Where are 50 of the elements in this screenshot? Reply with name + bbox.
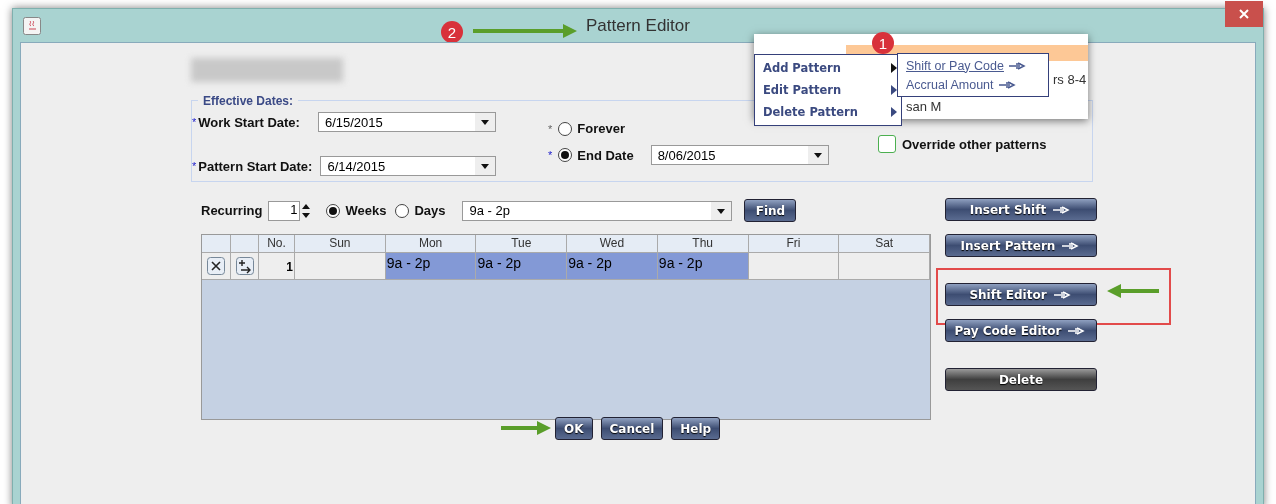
date-combo[interactable]: 6/14/2015 [320, 156, 497, 176]
menu-item[interactable]: Add Pattern [755, 57, 901, 79]
field-label: Work Start Date: [198, 114, 300, 130]
table-cell[interactable]: 9a - 2p [476, 253, 568, 280]
submenu-item[interactable]: Accrual Amount [898, 75, 1048, 94]
field-label: Recurring [201, 203, 263, 218]
menu-item[interactable]: Delete Pattern [755, 101, 901, 123]
checkbox-label: Override other patterns [902, 136, 1047, 152]
column-header: Fri [748, 235, 840, 253]
background-text: rs 8-4 [1053, 72, 1087, 87]
required-marker: * [548, 122, 553, 135]
required-marker: * [192, 160, 197, 172]
menu-item[interactable]: Edit Pattern [755, 79, 901, 101]
radio-label: Weeks [345, 203, 387, 218]
column-header: No. [259, 235, 295, 253]
step-badge: 1 [872, 32, 894, 54]
field-label: Pattern Start Date: [198, 158, 313, 174]
radio-label: Days [414, 203, 446, 218]
table-cell[interactable]: 9a - 2p [385, 253, 477, 280]
submenu-item[interactable]: Shift or Pay Code [898, 56, 1048, 75]
action-button[interactable]: Shift Editor [945, 283, 1097, 306]
required-marker: * [192, 116, 197, 128]
shift-combo[interactable]: 9a - 2p [462, 200, 733, 221]
date-combo[interactable]: 8/06/2015 [650, 145, 829, 165]
column-header: Mon [385, 235, 477, 253]
action-button[interactable]: Insert Shift [945, 198, 1097, 221]
table-cell: 1 [259, 253, 295, 280]
table-cell[interactable]: 9a - 2p [657, 253, 749, 280]
background-text: san M [906, 99, 942, 114]
table-cell[interactable]: 9a - 2p [567, 253, 658, 280]
column-header: Tue [476, 235, 568, 253]
delete-button[interactable]: Delete [945, 368, 1097, 391]
date-combo[interactable]: 6/15/2015 [317, 112, 496, 132]
radio-label: End Date [577, 147, 634, 163]
find-button[interactable]: Find [744, 199, 797, 222]
column-header: Sun [295, 235, 386, 253]
column-header: Wed [567, 235, 658, 253]
action-button[interactable]: Pay Code Editor [945, 319, 1097, 342]
required-marker: * [548, 149, 553, 161]
radio-label: Forever [577, 121, 625, 136]
column-header: Sat [839, 235, 930, 253]
window-title: Pattern Editor [586, 15, 690, 36]
spinner-field[interactable]: 1 [268, 200, 301, 221]
group-legend: Effective Dates: [198, 94, 299, 108]
column-header: Thu [657, 235, 749, 253]
step-badge: 2 [441, 21, 463, 43]
action-button[interactable]: Insert Pattern [945, 234, 1097, 257]
dialog-button[interactable]: Help [671, 417, 721, 440]
dialog-button[interactable]: Cancel [600, 417, 664, 440]
dialog-button[interactable]: OK [555, 417, 593, 440]
